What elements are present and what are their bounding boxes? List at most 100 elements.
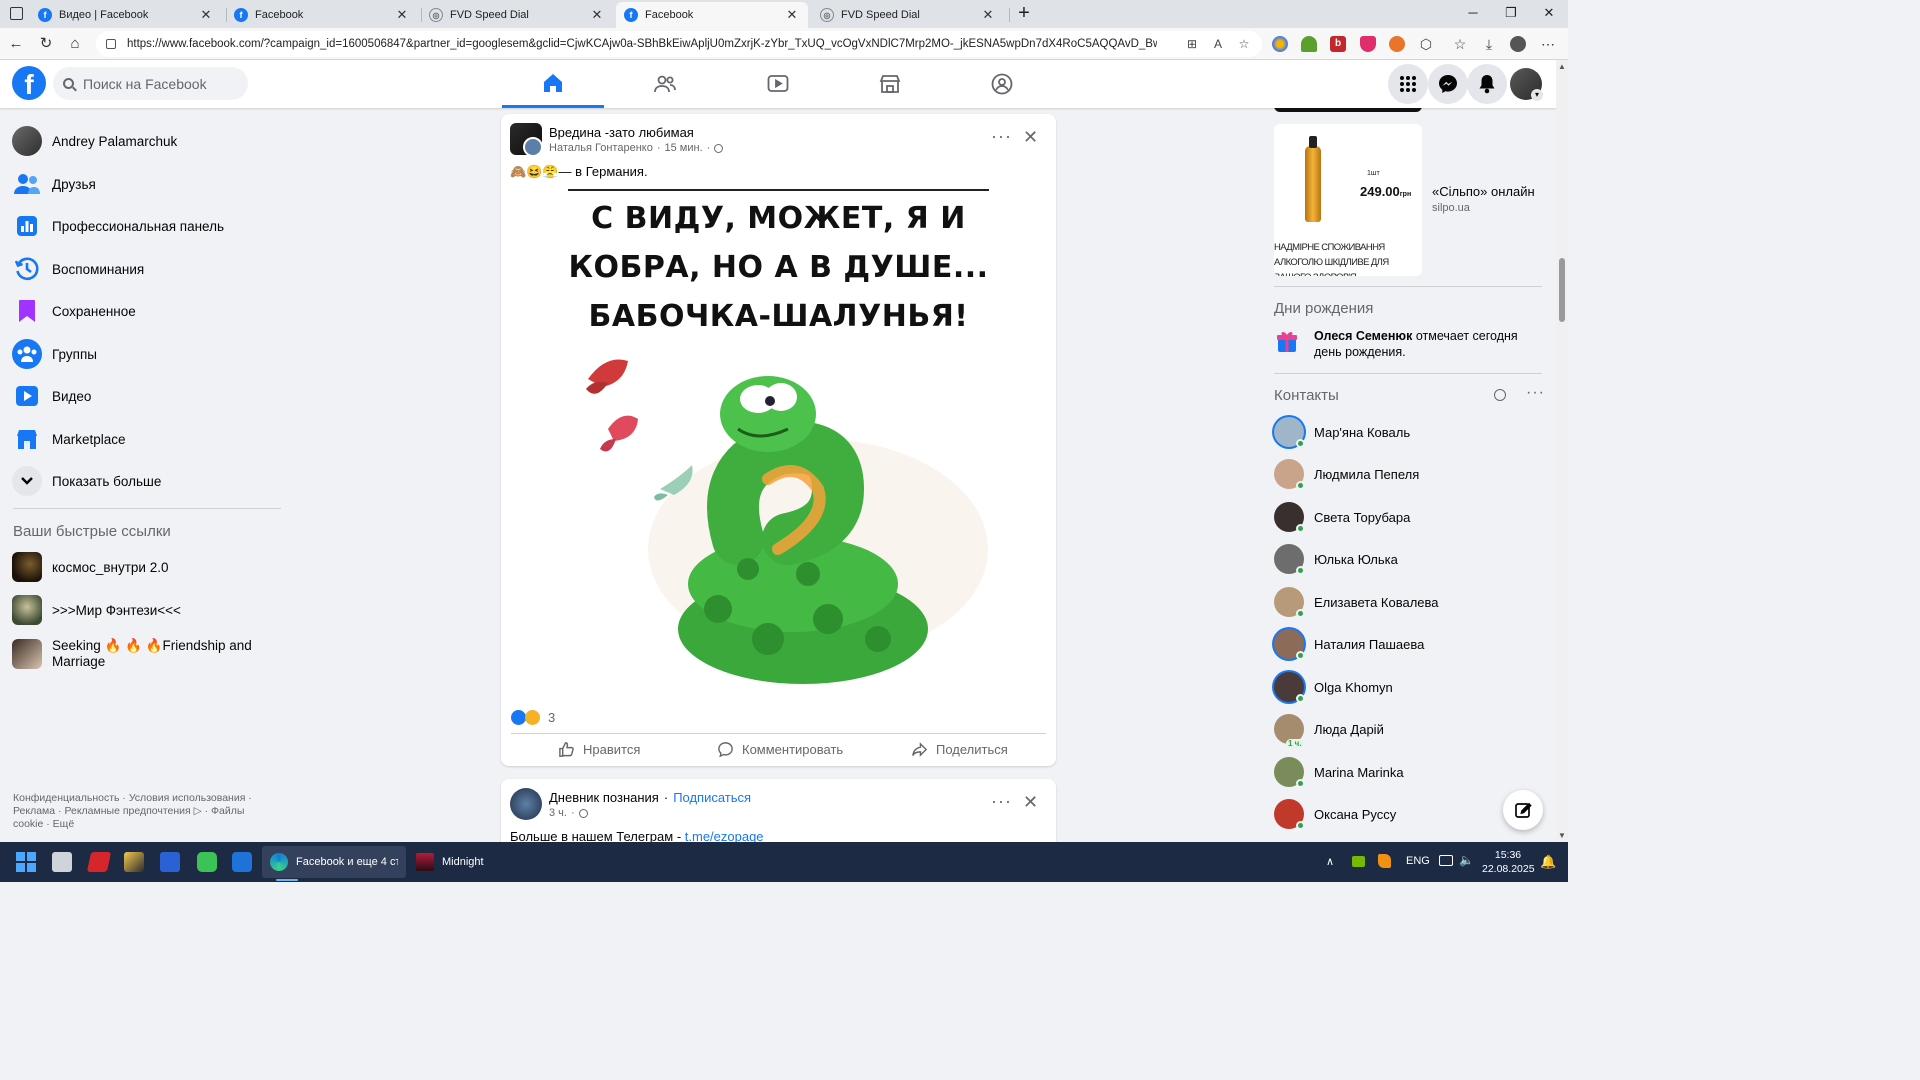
sidebar-item-memories[interactable]: Воспоминания	[12, 251, 144, 287]
nav-home-tab[interactable]	[502, 60, 604, 108]
post-image[interactable]: С ВИДУ, МОЖЕТ, Я И КОБРА, НО А В ДУШЕ...…	[568, 189, 989, 703]
close-tab-icon[interactable]: ✕	[589, 7, 605, 23]
restore-icon[interactable]: ❐	[1492, 0, 1530, 28]
taskbar-browser-item[interactable]: Facebook и еще 4 стра	[262, 846, 406, 878]
tab-actions-icon[interactable]	[10, 7, 23, 20]
sidebar-item-groups[interactable]: Группы	[12, 336, 97, 372]
downloads-icon[interactable]: ⤓	[1481, 36, 1497, 52]
extensions-puzzle-icon[interactable]: ⬡	[1418, 36, 1434, 52]
sidebar-item-video[interactable]: Видео	[12, 378, 91, 414]
shortcut-item[interactable]: Seeking 🔥 🔥 🔥Friendship and Marriage	[12, 634, 252, 674]
new-tab-button[interactable]: +	[1014, 3, 1034, 23]
extension-download-icon[interactable]	[1301, 36, 1317, 52]
extension-shield-icon[interactable]	[1360, 36, 1376, 52]
start-icon[interactable]	[16, 852, 36, 872]
hide-post-icon[interactable]: ✕	[1023, 792, 1038, 813]
clock[interactable]: 15:36 22.08.2025	[1482, 848, 1535, 876]
post-options-icon[interactable]: ···	[991, 791, 1012, 812]
close-tab-icon[interactable]: ✕	[980, 7, 996, 23]
tray-app-icon[interactable]	[1378, 854, 1391, 868]
contacts-options-icon[interactable]: ···	[1526, 384, 1545, 402]
ad-title[interactable]: «Сільпо» онлайн	[1432, 184, 1535, 199]
contact-item[interactable]: Мар'яна Коваль	[1274, 412, 1410, 452]
birthday-item[interactable]: Олеся Семенюк отмечает сегодня день рожд…	[1274, 328, 1544, 360]
post-time[interactable]: 3 ч.	[549, 807, 567, 819]
new-message-button[interactable]	[1503, 790, 1543, 830]
sidebar-show-more[interactable]: Показать больше	[12, 463, 161, 499]
contact-item[interactable]: Наталия Пашаева	[1274, 624, 1424, 664]
app-camera-icon[interactable]	[160, 852, 180, 872]
footer-links[interactable]: Конфиденциальность · Условия использован…	[13, 792, 263, 831]
scroll-down-icon[interactable]: ▼	[1558, 831, 1566, 840]
app-available-icon[interactable]: ⊞	[1184, 36, 1200, 52]
contact-item[interactable]: Olga Khomyn	[1274, 667, 1393, 707]
browser-tab-4[interactable]: f Facebook ✕	[616, 2, 808, 28]
facebook-logo[interactable]: f	[12, 66, 46, 100]
contact-item[interactable]: 1 ч. Люда Дарій	[1274, 709, 1384, 749]
author-avatar[interactable]	[523, 137, 543, 157]
favorite-star-icon[interactable]: ☆	[1236, 36, 1252, 52]
sidebar-item-marketplace[interactable]: Marketplace	[12, 421, 126, 457]
contact-item[interactable]: Людмила Пепеля	[1274, 454, 1419, 494]
network-icon[interactable]	[1439, 855, 1453, 866]
page-avatar[interactable]	[510, 788, 542, 820]
notification-bell-icon[interactable]: 🔔	[1540, 854, 1556, 870]
contact-item[interactable]: Оксана Руссу	[1274, 794, 1396, 834]
more-menu-icon[interactable]: ⋯	[1540, 36, 1556, 52]
language-indicator[interactable]: ENG	[1406, 855, 1430, 867]
favorites-icon[interactable]: ☆	[1452, 36, 1468, 52]
tray-gpu-icon[interactable]	[1352, 856, 1365, 867]
birthday-name[interactable]: Олеся Семенюк	[1314, 329, 1412, 343]
reload-icon[interactable]: ↻	[36, 34, 56, 54]
messenger-button[interactable]	[1428, 64, 1468, 104]
browser-tab-2[interactable]: f Facebook ✕	[226, 2, 418, 28]
sidebar-item-saved[interactable]: Сохраненное	[12, 293, 136, 329]
post-group-name[interactable]: Вредина -зато любимая	[549, 125, 694, 140]
like-button[interactable]: Нравится	[558, 741, 640, 758]
app-pen-icon[interactable]	[124, 852, 144, 872]
tray-chevron-icon[interactable]: ∧	[1326, 855, 1334, 868]
extension-color-icon[interactable]	[1272, 36, 1288, 52]
reactions-summary[interactable]: 3	[511, 710, 555, 725]
close-tab-icon[interactable]: ✕	[394, 7, 410, 23]
minimize-icon[interactable]: ─	[1454, 0, 1492, 28]
browser-tab-3[interactable]: ◎ FVD Speed Dial ✕	[421, 2, 613, 28]
nav-watch-tab[interactable]	[727, 60, 829, 108]
sidebar-item-friends[interactable]: Друзья	[12, 166, 96, 202]
comment-button[interactable]: Комментировать	[717, 741, 843, 758]
post-page-name[interactable]: Дневник познания	[549, 790, 659, 805]
extension-b-icon[interactable]: b	[1330, 36, 1346, 52]
post-options-icon[interactable]: ···	[991, 126, 1012, 147]
contact-item[interactable]: Света Торубара	[1274, 497, 1410, 537]
notifications-button[interactable]	[1467, 64, 1507, 104]
back-icon[interactable]: ←	[6, 34, 26, 54]
browser-profile-avatar[interactable]	[1510, 36, 1526, 52]
hide-post-icon[interactable]: ✕	[1023, 127, 1038, 148]
browser-tab-1[interactable]: f Видео | Facebook ✕	[30, 2, 222, 28]
nav-friends-tab[interactable]	[614, 60, 716, 108]
post-time[interactable]: 15 мин.	[665, 142, 703, 154]
previous-ad-image[interactable]	[1274, 108, 1422, 112]
browser-tab-5[interactable]: ◎ FVD Speed Dial ✕	[812, 2, 1004, 28]
home-icon[interactable]: ⌂	[65, 34, 85, 54]
menu-button[interactable]	[1388, 64, 1428, 104]
nav-gaming-tab[interactable]	[951, 60, 1053, 108]
sidebar-item-profile[interactable]: Andrey Palamarchuk	[12, 123, 177, 159]
app-green-icon[interactable]	[197, 852, 217, 872]
account-chevron-icon[interactable]: ▾	[1531, 89, 1543, 101]
contact-item[interactable]: Marina Marinka	[1274, 752, 1404, 792]
read-aloud-icon[interactable]: A	[1210, 36, 1226, 52]
contact-item[interactable]: Юлька Юлька	[1274, 539, 1398, 579]
post-author[interactable]: Наталья Гонтаренко	[549, 142, 653, 154]
sponsored-ad[interactable]: 1шт 249.00грн НАДМІРНЕ СПОЖИВАННЯ АЛКОГО…	[1274, 124, 1556, 276]
page-scrollbar[interactable]: ▲ ▼	[1556, 60, 1568, 842]
task-view-icon[interactable]	[52, 852, 72, 872]
close-window-icon[interactable]: ✕	[1530, 0, 1568, 28]
search-contacts-icon[interactable]	[1494, 389, 1506, 401]
close-tab-icon[interactable]: ✕	[198, 7, 214, 23]
share-button[interactable]: Поделиться	[911, 741, 1008, 758]
scrollbar-thumb[interactable]	[1559, 258, 1565, 322]
extension-fox-icon[interactable]	[1389, 36, 1405, 52]
app-blue-e-icon[interactable]	[232, 852, 252, 872]
sidebar-item-dashboard[interactable]: Профессиональная панель	[12, 208, 224, 244]
